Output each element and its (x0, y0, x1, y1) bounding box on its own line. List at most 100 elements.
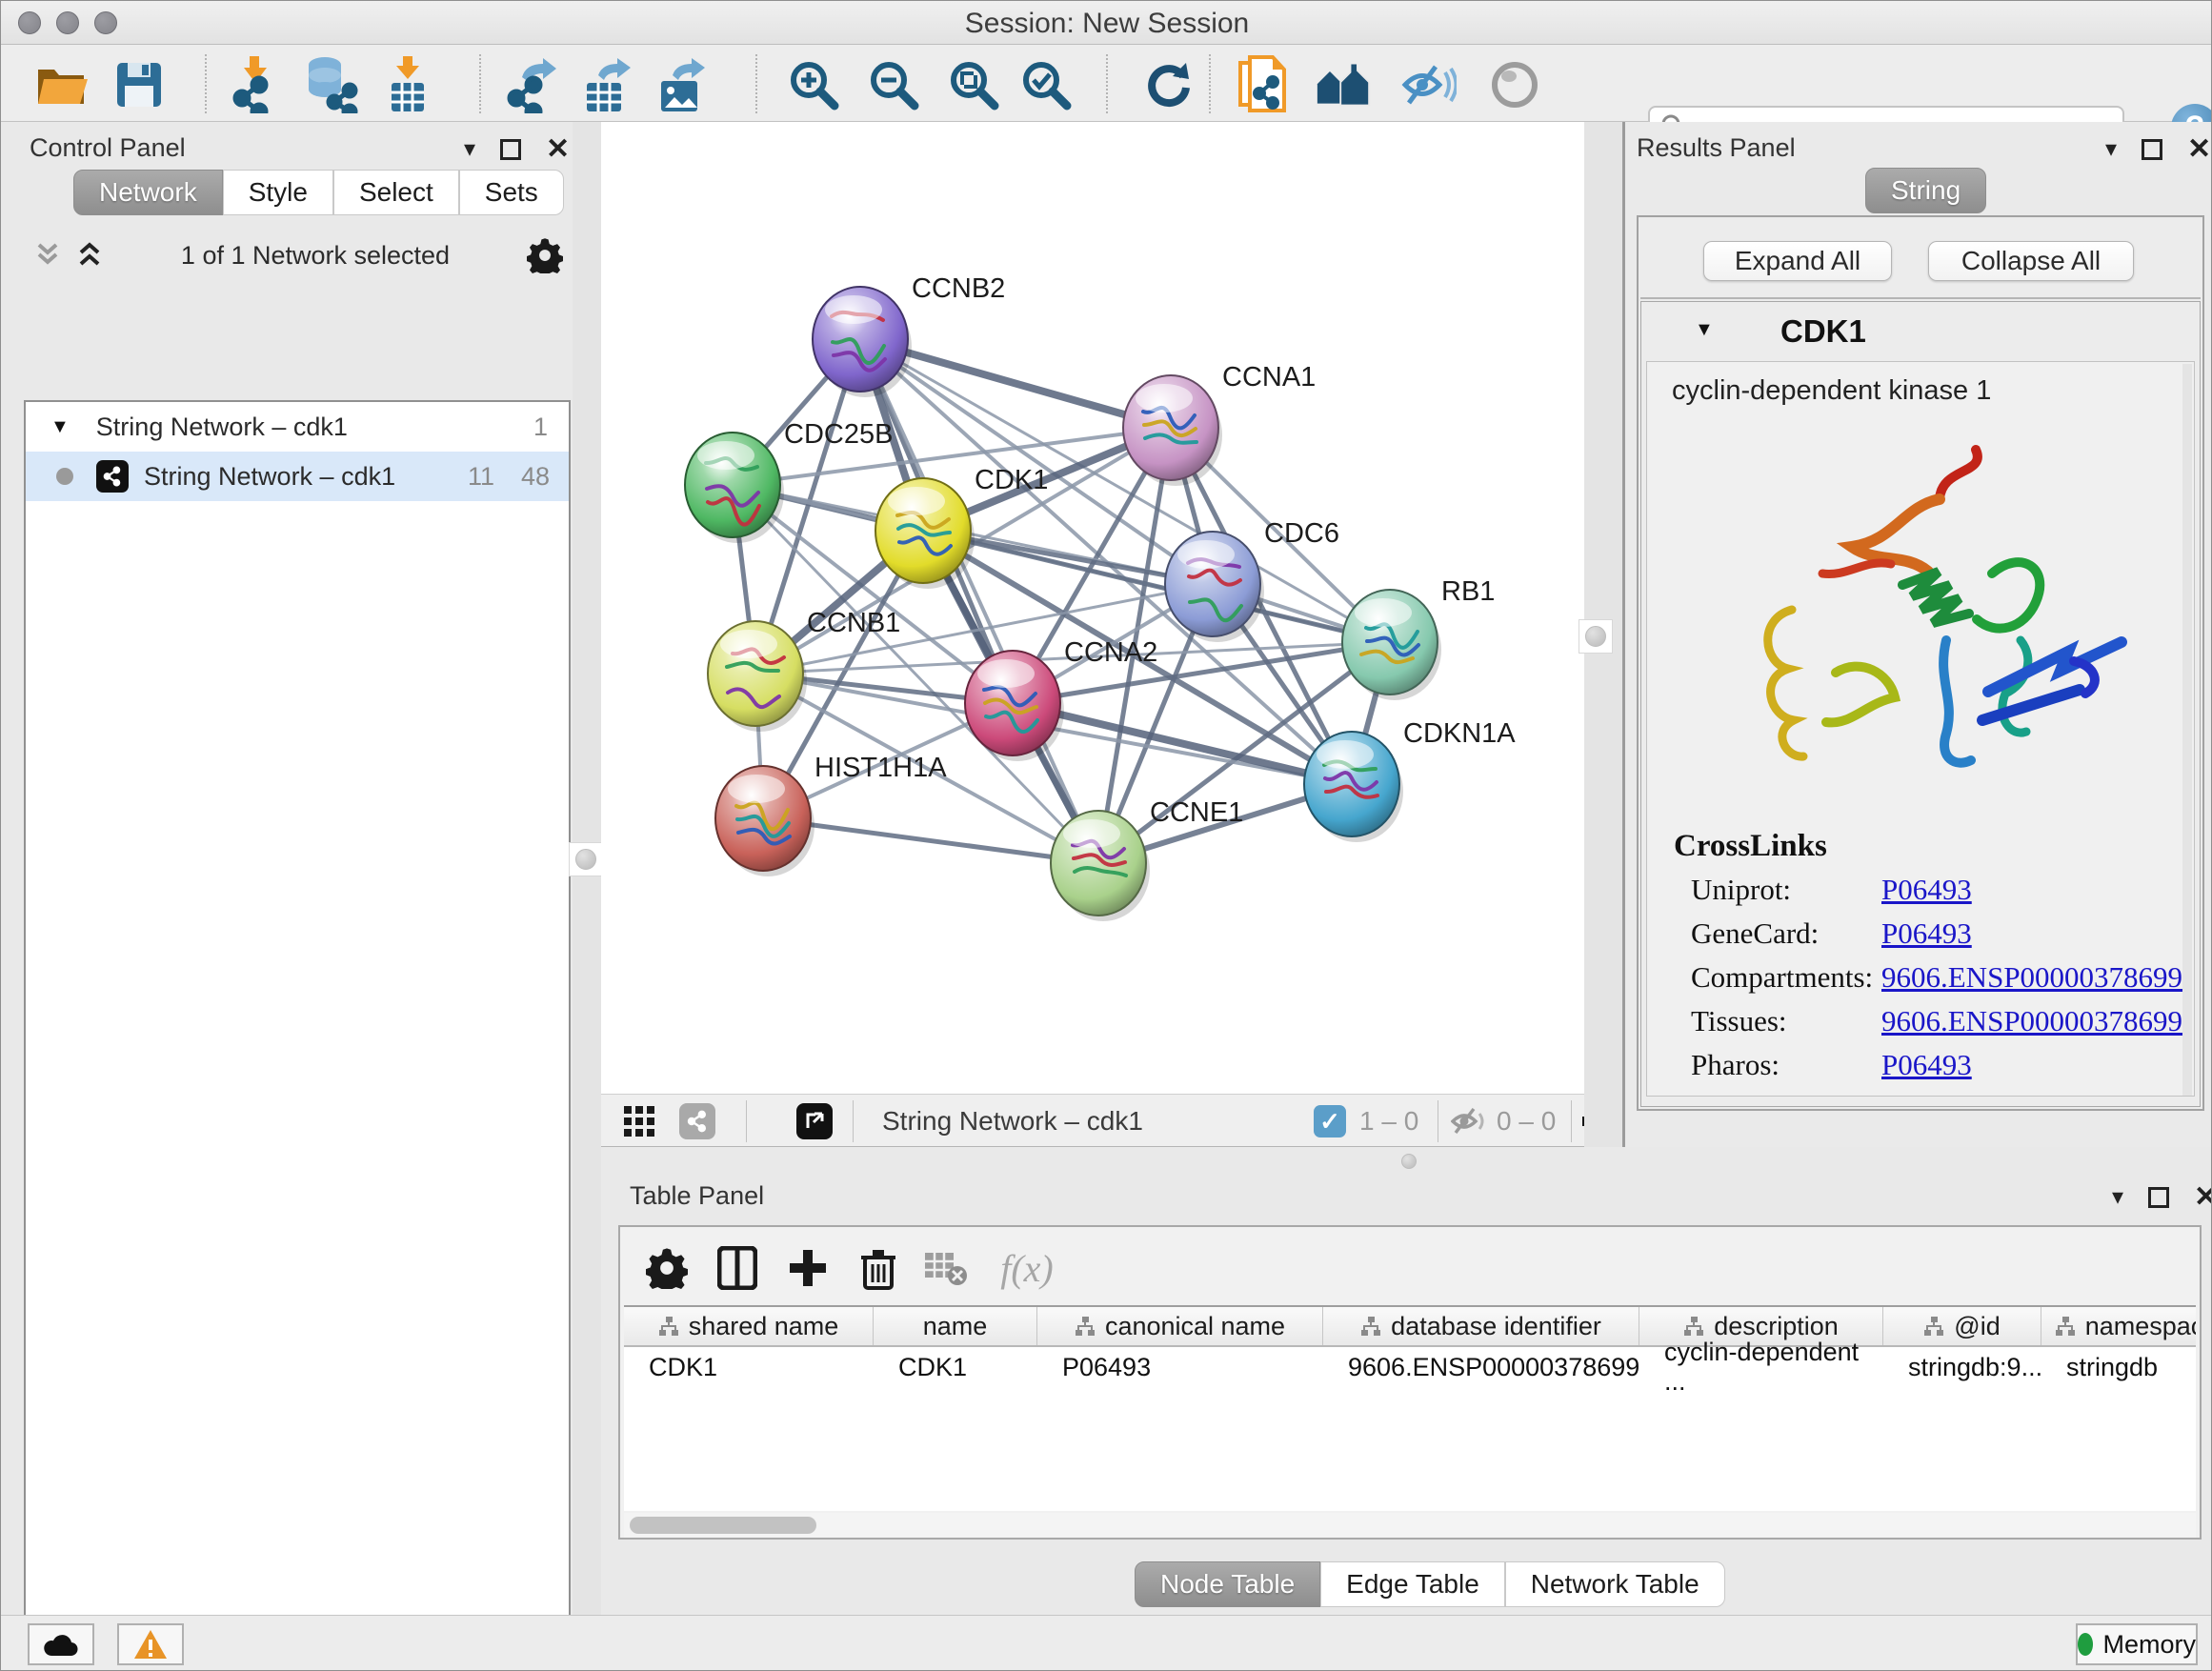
close-panel-icon[interactable]: ✕ (2187, 135, 2211, 164)
float-panel-icon[interactable] (500, 139, 521, 160)
network-row-selected[interactable]: String Network – cdk1 11 48 (26, 452, 569, 501)
save-session-icon[interactable] (111, 57, 167, 112)
function-builder-icon[interactable]: f(x) (984, 1238, 1070, 1298)
table-row[interactable]: CDK1 CDK1 P06493 9606.ENSP00000378699 cy… (624, 1347, 2196, 1387)
results-panel-title: Results Panel (1637, 133, 1796, 163)
tab-style[interactable]: Style (223, 170, 333, 215)
import-table-file-icon[interactable] (380, 57, 435, 112)
column-header[interactable]: shared name (624, 1307, 874, 1345)
delete-table-icon[interactable] (915, 1238, 975, 1298)
cell-database-identifier[interactable]: 9606.ENSP00000378699 (1323, 1347, 1639, 1387)
crosslink-link[interactable]: P06493 (1881, 916, 1972, 951)
crosslink-label: Tissues: (1691, 1004, 1787, 1038)
tab-network-table[interactable]: Network Table (1505, 1561, 1725, 1607)
close-panel-icon[interactable]: ✕ (546, 135, 570, 164)
panel-menu-icon[interactable]: ▾ (2105, 138, 2117, 161)
node-label: HIST1H1A (814, 753, 947, 783)
zoom-fit-icon[interactable] (946, 57, 1001, 112)
view-toolbar-separator (1571, 1100, 1572, 1142)
first-neighbors-icon[interactable] (1316, 57, 1371, 112)
import-network-file-icon[interactable] (228, 57, 283, 112)
cell-id[interactable]: stringdb:9... (1883, 1347, 2041, 1387)
collapse-all-icon[interactable] (33, 241, 62, 270)
crosslink-link[interactable]: P06493 (1881, 1048, 1972, 1082)
selected-nodes-checkbox-icon[interactable]: ✓ (1314, 1105, 1346, 1137)
left-splitter-handle[interactable] (569, 842, 603, 876)
delete-column-icon[interactable] (849, 1238, 908, 1298)
column-header[interactable]: canonical name (1037, 1307, 1323, 1345)
export-table-icon[interactable] (580, 57, 635, 112)
network-options-gear-icon[interactable] (527, 237, 563, 273)
table-panel: Table Panel ▾ ✕ f(x) (601, 1178, 2212, 1615)
export-network-icon[interactable] (504, 57, 559, 112)
right-splitter[interactable] (1584, 122, 1622, 1178)
cell-description[interactable]: cyclin-dependent ... (1639, 1347, 1883, 1387)
network-collection-row[interactable]: ▼ String Network – cdk1 1 (26, 402, 569, 452)
crosslink-link[interactable]: 9606.ENSP00000378699 (1881, 960, 2182, 995)
open-session-icon[interactable] (35, 57, 90, 112)
zoom-out-icon[interactable] (866, 57, 921, 112)
protein-name: CDK1 (1780, 313, 1866, 350)
zoom-selected-icon[interactable] (1018, 57, 1074, 112)
tab-string[interactable]: String (1865, 168, 1986, 213)
close-panel-icon[interactable]: ✕ (2194, 1183, 2212, 1212)
grid-view-icon[interactable] (624, 1106, 654, 1141)
panel-menu-icon[interactable]: ▾ (464, 138, 475, 161)
tab-sets[interactable]: Sets (459, 170, 564, 215)
left-splitter[interactable] (573, 122, 601, 1615)
scrollbar-thumb[interactable] (630, 1517, 816, 1534)
protein-card-header[interactable]: ▼ CDK1 (1641, 302, 2200, 359)
create-column-icon[interactable] (778, 1238, 837, 1298)
horizontal-splitter[interactable] (601, 1147, 2212, 1178)
string-view-icon[interactable] (679, 1103, 715, 1139)
column-header[interactable]: namespace (2041, 1307, 2196, 1345)
crosslink-label: Compartments: (1691, 960, 1873, 995)
network-edge-count: 48 (521, 462, 550, 492)
show-columns-icon[interactable] (708, 1238, 767, 1298)
network-from-clipboard-icon[interactable] (1236, 57, 1291, 112)
network-canvas[interactable]: CCNB2CCNA1CDC25BCDK1CDC6RB1CCNB1CCNA2CDK… (601, 122, 1584, 1094)
cell-namespace[interactable]: stringdb (2041, 1347, 2196, 1387)
automation-cloud-button[interactable] (28, 1623, 94, 1665)
memory-button[interactable]: Memory (2076, 1623, 2198, 1665)
detach-view-icon[interactable] (796, 1103, 833, 1139)
table-options-gear-icon[interactable] (637, 1238, 696, 1298)
export-image-icon[interactable] (654, 57, 710, 112)
hide-selected-icon[interactable] (1401, 57, 1457, 112)
cell-name[interactable]: CDK1 (874, 1347, 1037, 1387)
protein-card-body: cyclin-dependent kinase 1 (1646, 361, 2195, 1097)
string-network-graph[interactable]: CCNB2CCNA1CDC25BCDK1CDC6RB1CCNB1CCNA2CDK… (601, 122, 1584, 1094)
column-header[interactable]: @id (1883, 1307, 2041, 1345)
refresh-icon[interactable] (1140, 57, 1196, 112)
panel-menu-icon[interactable]: ▾ (2112, 1186, 2123, 1209)
table-horizontal-scrollbar[interactable] (624, 1513, 2196, 1538)
tab-node-table[interactable]: Node Table (1135, 1561, 1320, 1607)
warnings-button[interactable] (117, 1623, 184, 1665)
show-graphics-details-icon[interactable] (1487, 57, 1542, 112)
tab-network[interactable]: Network (73, 170, 223, 215)
zoom-in-icon[interactable] (786, 57, 841, 112)
tab-select[interactable]: Select (333, 170, 459, 215)
network-selection-status: 1 of 1 Network selected (104, 241, 527, 271)
results-scrollbar[interactable] (2182, 364, 2192, 1096)
cell-canonical-name[interactable]: P06493 (1037, 1347, 1323, 1387)
application-window: Session: New Session (0, 0, 2212, 1671)
collapse-all-button[interactable]: Collapse All (1928, 241, 2134, 281)
expand-all-button[interactable]: Expand All (1703, 241, 1892, 281)
cell-shared-name[interactable]: CDK1 (624, 1347, 874, 1387)
float-panel-icon[interactable] (2142, 139, 2162, 160)
tab-edge-table[interactable]: Edge Table (1320, 1561, 1505, 1607)
expand-all-icon[interactable] (75, 241, 104, 270)
warning-icon (133, 1629, 168, 1660)
float-panel-icon[interactable] (2148, 1187, 2169, 1208)
import-network-database-icon[interactable] (304, 57, 359, 112)
column-header[interactable]: name (874, 1307, 1037, 1345)
collection-expander-icon[interactable]: ▼ (50, 416, 70, 438)
crosslink-link[interactable]: 9606.ENSP00000378699 (1881, 1004, 2182, 1038)
right-splitter-handle[interactable] (1579, 619, 1613, 654)
horizontal-splitter-handle[interactable] (1401, 1154, 1417, 1169)
crosslink-link[interactable]: P06493 (1881, 873, 1972, 907)
collapse-entry-icon[interactable]: ▼ (1695, 319, 1714, 341)
column-header[interactable]: database identifier (1323, 1307, 1639, 1345)
control-panel-tabs: Network Style Select Sets (73, 170, 564, 215)
